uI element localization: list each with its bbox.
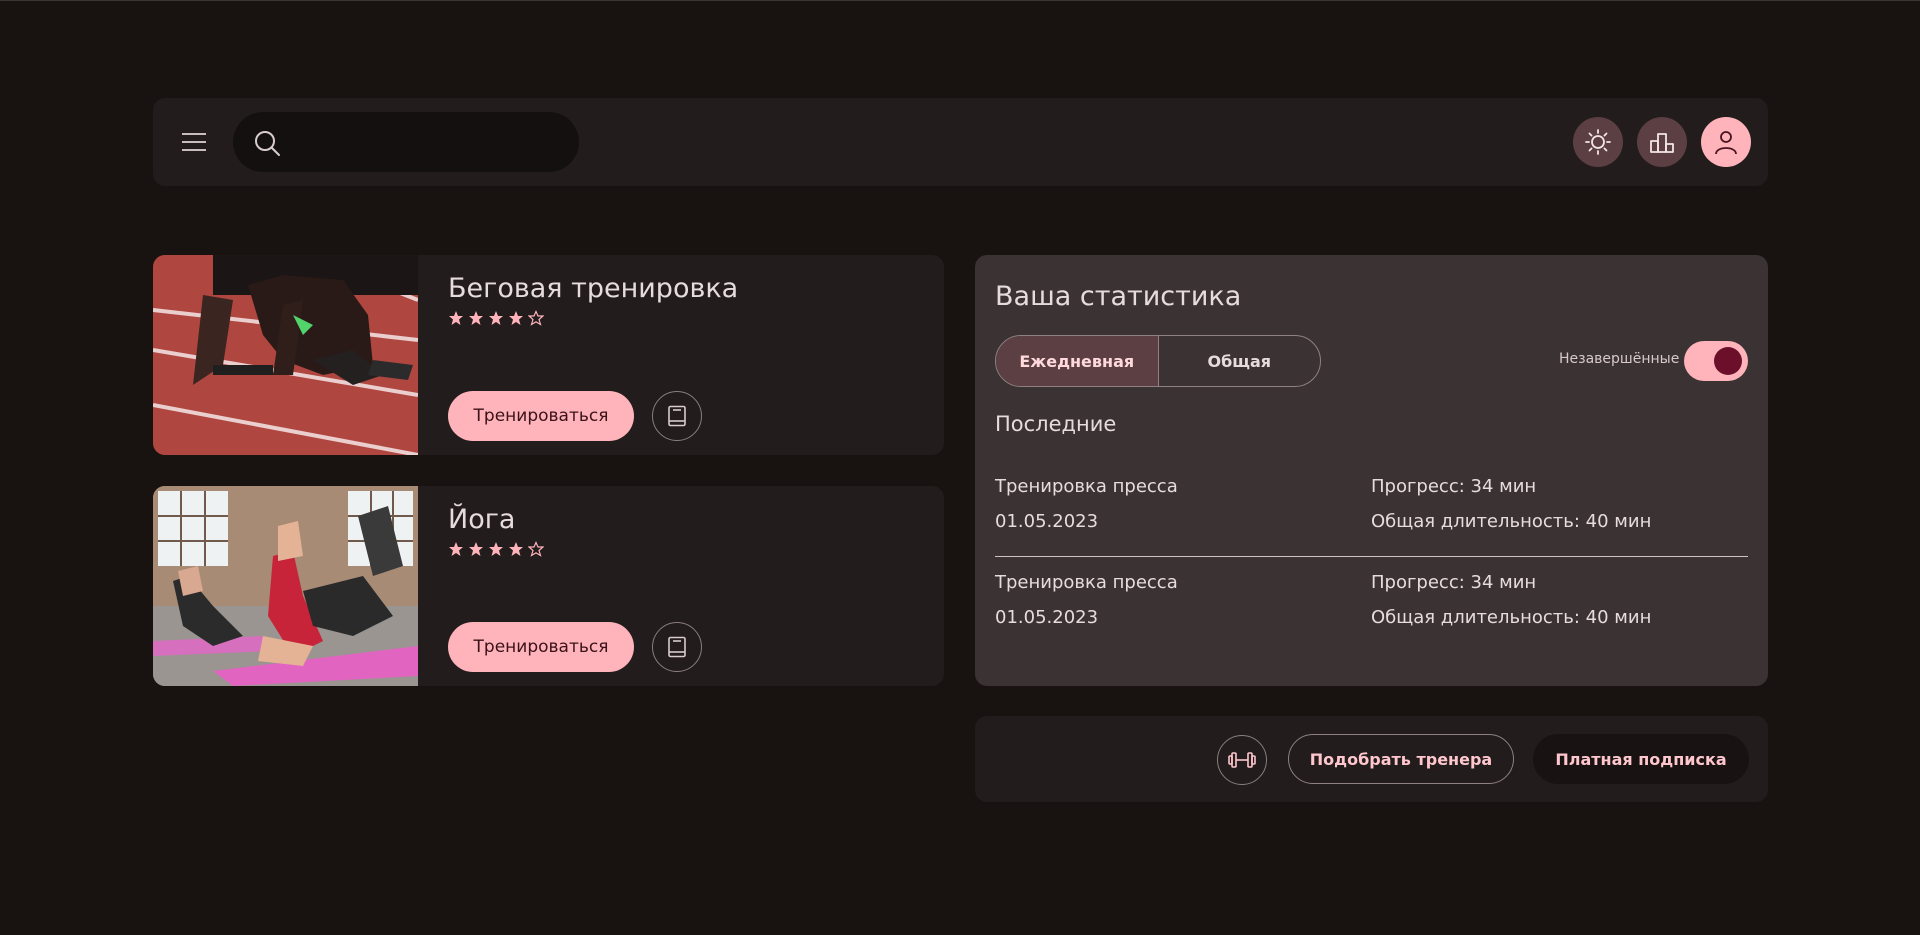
recent-workout-progress: Прогресс: 34 мин [1371,476,1537,497]
sun-icon [1585,129,1611,155]
stats-period-tabs: Ежедневная Общая [995,335,1321,387]
workout-card: Йога Тренироваться [153,486,944,686]
workout-image-running [153,255,418,455]
podium-icon [1650,133,1674,153]
theme-toggle-button[interactable] [1573,117,1623,167]
leaderboard-button[interactable] [1637,117,1687,167]
recent-workout-duration: Общая длительность: 40 мин [1371,511,1652,532]
user-icon [1715,131,1737,155]
find-coach-button[interactable]: Подобрать тренера [1288,734,1514,784]
recent-workout-date: 01.05.2023 [995,511,1099,532]
search-icon [255,131,280,156]
star-empty-icon [528,541,544,557]
star-filled-icon [509,542,523,556]
stats-panel: Ваша статистика Ежедневная Общая Незавер… [975,255,1768,686]
tab-total[interactable]: Общая [1159,336,1321,386]
workout-title: Беговая тренировка [448,273,739,304]
recent-title: Последние [995,412,1117,436]
train-button[interactable]: Тренироваться [448,622,634,672]
recent-workout-row: Тренировка пресса 01.05.2023 Прогресс: 3… [995,476,1748,566]
workout-image-yoga [153,486,418,686]
train-button[interactable]: Тренироваться [448,391,634,441]
unfinished-toggle-label: Незавершённые [1559,351,1680,367]
recent-workout-name: Тренировка пресса [995,572,1178,593]
rating-stars [448,310,544,326]
star-filled-icon [469,542,483,556]
workout-card: Беговая тренировка Тренироваться [153,255,944,455]
recent-workout-duration: Общая длительность: 40 мин [1371,607,1652,628]
toggle-knob [1714,347,1742,375]
star-filled-icon [449,311,463,325]
search-bar[interactable] [233,112,579,174]
star-filled-icon [489,542,503,556]
equipment-button[interactable] [1217,735,1267,785]
recent-workout-row: Тренировка пресса 01.05.2023 Прогресс: 3… [995,572,1748,662]
workout-info-button[interactable] [652,391,702,441]
rating-stars [448,541,544,557]
star-filled-icon [509,311,523,325]
star-filled-icon [449,542,463,556]
star-empty-icon [528,310,544,326]
actions-bar: Подобрать тренера Платная подписка [975,716,1768,802]
menu-icon[interactable] [180,127,210,157]
book-icon [668,636,686,658]
subscription-button[interactable]: Платная подписка [1533,734,1749,784]
recent-workout-name: Тренировка пресса [995,476,1178,497]
workout-title: Йога [448,504,516,535]
star-filled-icon [469,311,483,325]
row-divider [995,556,1748,557]
book-icon [668,405,686,427]
unfinished-toggle[interactable] [1684,341,1748,381]
stats-title: Ваша статистика [995,281,1242,312]
recent-workout-progress: Прогресс: 34 мин [1371,572,1537,593]
star-filled-icon [489,311,503,325]
workout-info-button[interactable] [652,622,702,672]
profile-button[interactable] [1701,117,1751,167]
recent-workout-date: 01.05.2023 [995,607,1099,628]
tab-daily[interactable]: Ежедневная [996,336,1159,386]
dumbbell-icon [1228,752,1256,768]
top-bar [153,98,1768,186]
search-input[interactable] [293,112,567,174]
